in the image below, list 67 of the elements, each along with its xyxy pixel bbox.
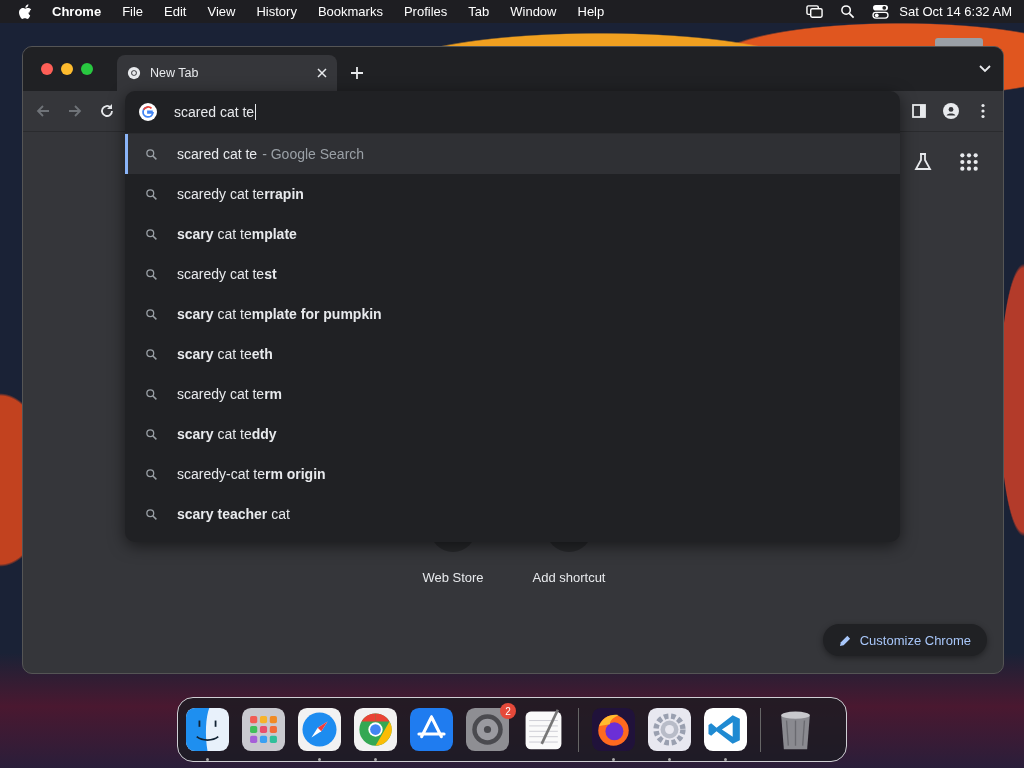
search-icon [145, 307, 158, 321]
gear-icon[interactable] [648, 708, 691, 751]
suggestion-item[interactable]: scary cat template for pumpkin [125, 294, 900, 334]
menu-item[interactable]: Help [577, 4, 605, 19]
search-icon [145, 427, 158, 441]
menu-app-name[interactable]: Chrome [52, 4, 102, 19]
menu-item[interactable]: Tab [468, 4, 490, 19]
flask-icon[interactable] [913, 152, 933, 172]
profile-icon[interactable] [943, 103, 959, 119]
menu-item[interactable]: Window [510, 4, 557, 19]
suggestion-item[interactable]: scary cat teeth [125, 334, 900, 374]
search-icon [145, 507, 158, 521]
google-icon [139, 103, 157, 121]
suggestion-item[interactable]: scaredy cat terrapin [125, 174, 900, 214]
app-store-icon[interactable] [410, 708, 453, 751]
reload-icon[interactable] [99, 103, 115, 119]
minimize-window-button[interactable] [61, 63, 73, 75]
search-icon [145, 387, 158, 401]
close-icon[interactable] [317, 68, 327, 78]
shortcut-label[interactable]: Web Store [422, 570, 484, 585]
suggestion-item[interactable]: scaredy-cat term origin [125, 454, 900, 494]
pencil-icon [838, 633, 852, 647]
zoom-window-button[interactable] [81, 63, 93, 75]
chrome-icon[interactable] [354, 708, 397, 751]
search-icon [145, 187, 158, 201]
tab-title: New Tab [150, 66, 200, 80]
forward-arrow-icon[interactable] [67, 103, 83, 119]
side-panel-icon[interactable] [911, 103, 927, 119]
compass-icon[interactable] [298, 708, 341, 751]
chevron-down-icon[interactable] [979, 65, 991, 73]
browser-tab[interactable]: New Tab [117, 55, 337, 91]
menu-item[interactable]: File [122, 4, 144, 19]
finder-icon[interactable] [186, 708, 229, 751]
search-icon[interactable] [839, 4, 857, 19]
search-icon [145, 227, 158, 241]
code-editor-icon[interactable] [704, 708, 747, 751]
screen-mirroring-icon[interactable] [806, 4, 824, 19]
new-tab-icon[interactable] [351, 67, 363, 79]
address-field[interactable]: scared cat te [174, 104, 257, 120]
fox-globe-icon[interactable] [592, 708, 635, 751]
suggestion-item[interactable]: scaredy cat term [125, 374, 900, 414]
suggestion-item[interactable]: scaredy cat test [125, 254, 900, 294]
back-arrow-icon[interactable] [35, 103, 51, 119]
apps-grid-icon[interactable] [959, 152, 979, 172]
close-window-button[interactable] [41, 63, 53, 75]
menu-item[interactable]: View [207, 4, 236, 19]
search-icon [145, 147, 158, 161]
suggestion-item[interactable]: scary cat template [125, 214, 900, 254]
menu-item[interactable]: Profiles [403, 4, 448, 19]
suggestion-item[interactable]: scared cat te - Google Search [125, 134, 900, 174]
search-icon [145, 267, 158, 281]
shortcut-label[interactable]: Add shortcut [532, 570, 606, 585]
menu-item[interactable]: Bookmarks [317, 4, 383, 19]
control-center-icon[interactable] [872, 4, 890, 19]
menu-item[interactable]: History [256, 4, 297, 19]
notification-badge: 2 [500, 703, 516, 719]
settings-icon[interactable] [466, 708, 509, 751]
apple-icon[interactable] [18, 3, 32, 20]
chrome-icon [127, 66, 141, 80]
launchpad-icon[interactable] [242, 708, 285, 751]
search-icon [145, 347, 158, 361]
suggestion-item[interactable]: scary teacher cat [125, 494, 900, 534]
search-icon [145, 467, 158, 481]
customize-chrome-button[interactable]: Customize Chrome [822, 624, 987, 656]
menu-clock[interactable]: Sat Oct 14 6:32 AM [899, 4, 1012, 19]
menu-item[interactable]: Edit [164, 4, 187, 19]
suggestion-item[interactable]: scary cat teddy [125, 414, 900, 454]
